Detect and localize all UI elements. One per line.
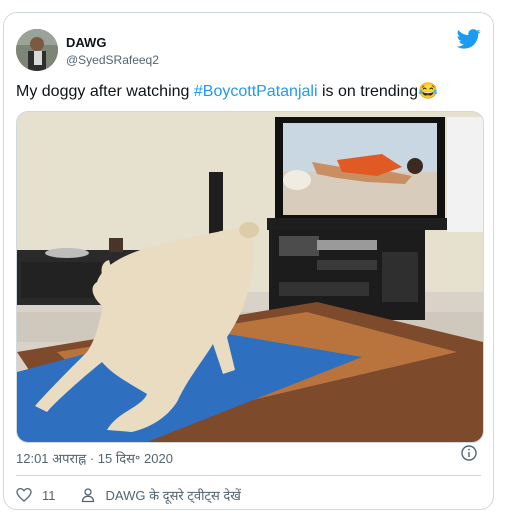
heart-icon bbox=[16, 487, 32, 502]
tweet-photo[interactable] bbox=[16, 111, 484, 443]
like-button[interactable]: 11 bbox=[16, 487, 80, 503]
author-name[interactable]: DAWG bbox=[66, 35, 106, 50]
person-icon bbox=[81, 488, 94, 503]
tweet-actions: 11 DAWG के दूसरे ट्वीट्स देखें bbox=[16, 485, 241, 505]
tweet-text: My doggy after watching #BoycottPatanjal… bbox=[16, 81, 438, 101]
info-icon[interactable] bbox=[461, 445, 477, 461]
laughing-emoji: 😂 bbox=[418, 83, 438, 100]
tweet-text-before: My doggy after watching bbox=[16, 83, 194, 100]
tweet-card[interactable]: DAWG @SyedSRafeeq2 My doggy after watchi… bbox=[3, 12, 494, 510]
more-tweets-label: DAWG के दूसरे ट्वीट्स देखें bbox=[105, 488, 241, 503]
twitter-bird-icon[interactable] bbox=[457, 29, 481, 49]
tweet-text-after: is on trending bbox=[317, 83, 419, 100]
author-handle[interactable]: @SyedSRafeeq2 bbox=[66, 53, 159, 67]
tweet-timestamp[interactable]: 12:01 अपराह्न · 15 दिस॰ 2020 bbox=[16, 449, 173, 467]
hashtag-link[interactable]: #BoycottPatanjali bbox=[194, 83, 318, 100]
more-tweets-link[interactable]: DAWG के दूसरे ट्वीट्स देखें bbox=[80, 486, 241, 504]
divider bbox=[16, 475, 481, 476]
avatar[interactable] bbox=[16, 29, 58, 71]
like-count: 11 bbox=[42, 487, 56, 503]
